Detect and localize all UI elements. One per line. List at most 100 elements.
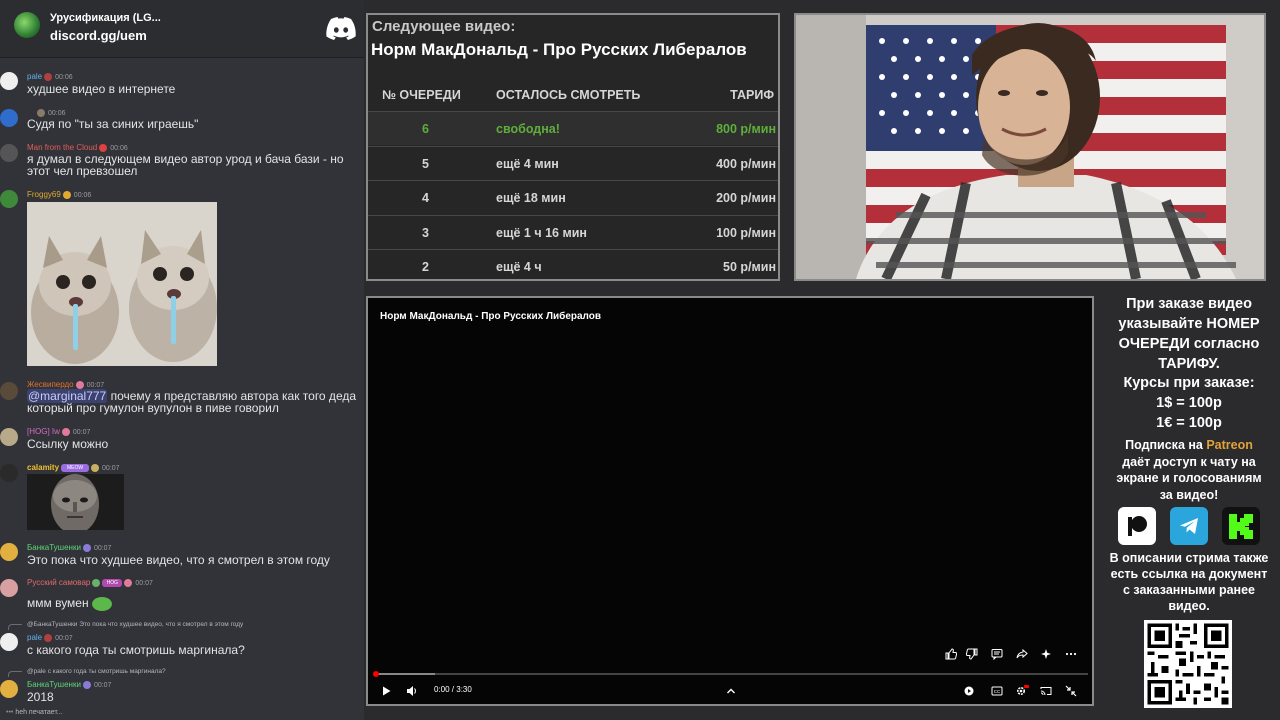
- username[interactable]: Русский самовар: [27, 578, 90, 587]
- role-badge-icon: [92, 578, 101, 587]
- thumbs-down-icon: [966, 648, 978, 660]
- role-badge-icon: [82, 680, 91, 689]
- like-button[interactable]: [943, 646, 959, 662]
- reply-preview[interactable]: @pale с какого года ты смотришь маргинал…: [27, 668, 166, 675]
- patreon-icon: [1128, 516, 1147, 536]
- reply-connector: [8, 624, 22, 630]
- kick-icon: [1229, 514, 1253, 539]
- avatar: [0, 543, 18, 561]
- server-name: Урусификация (LG...: [50, 12, 161, 24]
- qr-code-image[interactable]: [1144, 620, 1232, 708]
- avatar: [0, 144, 18, 162]
- chat-panel: Урусификация (LG... discord.gg/uem pale 0…: [0, 0, 364, 720]
- timestamp: 00:07: [93, 682, 112, 689]
- svg-text:CC: CC: [994, 689, 1001, 694]
- progress-bar[interactable]: [373, 671, 1088, 677]
- column-header-queue: № ОЧЕРЕДИ: [382, 88, 461, 102]
- queue-row: 6 свободна! 800 р/мин: [368, 111, 778, 145]
- thumbs-up-icon: [945, 648, 957, 660]
- cast-button[interactable]: [1038, 683, 1054, 699]
- subscription-info: Подписка на Patreon даёт доступ к чату н…: [1116, 438, 1262, 502]
- autoplay-toggle[interactable]: [961, 683, 977, 699]
- message-text: худшее видео в интернете: [27, 82, 176, 96]
- cats-image[interactable]: [27, 202, 217, 366]
- reply-preview[interactable]: @БанкаТушенки Это пока что худшее видео,…: [27, 621, 243, 628]
- role-badge-icon: [99, 143, 108, 152]
- queue-number: 2: [422, 260, 429, 274]
- role-badge-icon: [37, 108, 45, 117]
- kick-button[interactable]: [1222, 507, 1260, 545]
- play-button[interactable]: [378, 683, 394, 699]
- discord-icon: [326, 17, 356, 40]
- queue-row: 3 ещё 1 ч 16 мин 100 р/мин: [368, 215, 778, 249]
- fullscreen-exit-button[interactable]: [1063, 683, 1079, 699]
- video-player[interactable]: Норм МакДональд - Про Русских Либералов …: [366, 296, 1094, 706]
- role-badge-icon: [91, 463, 100, 472]
- comment-icon: [991, 649, 1003, 660]
- hog-badge: HOG: [102, 578, 123, 587]
- queue-remaining: ещё 18 мин: [496, 191, 566, 205]
- cast-icon: [1040, 687, 1052, 696]
- avatar: [0, 428, 18, 446]
- chapters-button[interactable]: [723, 683, 739, 699]
- message-text: 2018: [27, 690, 54, 704]
- username[interactable]: Froggy69: [27, 190, 61, 199]
- more-options-button[interactable]: [1063, 646, 1079, 662]
- settings-button[interactable]: [1014, 683, 1030, 699]
- subtitles-icon: CC: [991, 686, 1003, 696]
- queue-remaining: свободна!: [496, 122, 560, 136]
- reply-connector: [8, 671, 22, 677]
- dislike-button[interactable]: [964, 646, 980, 662]
- play-icon: [383, 686, 391, 696]
- queue-number: 4: [422, 191, 429, 205]
- username[interactable]: calamity: [27, 463, 59, 472]
- autoplay-icon: [964, 686, 974, 696]
- queue-remaining: ещё 4 мин: [496, 157, 559, 171]
- queue-row: 5 ещё 4 мин 400 р/мин: [368, 146, 778, 180]
- patreon-button[interactable]: [1118, 507, 1156, 545]
- username[interactable]: [HOG] Iw: [27, 427, 60, 436]
- queue-rate: 100 р/мин: [716, 226, 776, 240]
- username[interactable]: БанкаТушенки: [27, 680, 81, 689]
- timestamp: 00:06: [73, 192, 92, 199]
- username[interactable]: pale: [27, 72, 42, 81]
- next-video-label: Следующее видео:: [372, 18, 516, 35]
- role-badge-icon: [44, 633, 53, 642]
- username[interactable]: Жесвипердо: [27, 380, 74, 389]
- message-text: Ссылку можно: [27, 437, 109, 451]
- volume-icon: [407, 686, 416, 696]
- avatar: [0, 382, 18, 400]
- queue-remaining: ещё 1 ч 16 мин: [496, 226, 587, 240]
- timestamp: 00:07: [55, 635, 73, 642]
- avatar: [0, 109, 18, 127]
- username[interactable]: pale: [27, 633, 42, 642]
- queue-number: 3: [422, 226, 429, 240]
- message-text: ммм вумен: [27, 597, 361, 611]
- time-display: 0:00 / 3:30: [434, 685, 472, 694]
- timestamp: 00:07: [135, 580, 153, 587]
- avatar: [0, 464, 18, 482]
- queue-number: 6: [422, 122, 429, 136]
- message-text: Это пока что худшее видео, что я смотрел…: [27, 553, 330, 567]
- telegram-button[interactable]: [1170, 507, 1208, 545]
- username[interactable]: Man from the Cloud: [27, 143, 97, 152]
- share-button[interactable]: [1014, 646, 1030, 662]
- comments-button[interactable]: [989, 646, 1005, 662]
- avatar: [0, 680, 18, 698]
- volume-button[interactable]: [404, 683, 420, 699]
- webcam-feed: [794, 13, 1266, 281]
- progress-scrubber[interactable]: [373, 671, 379, 677]
- collapse-icon: [1065, 685, 1077, 697]
- sparkle-icon: [1041, 649, 1051, 659]
- server-invite-link[interactable]: discord.gg/uem: [50, 28, 147, 43]
- timestamp: 00:06: [110, 145, 128, 152]
- ask-ai-button[interactable]: [1038, 646, 1054, 662]
- next-video-title: Норм МакДональд - Про Русских Либералов: [371, 40, 747, 59]
- subtitles-button[interactable]: CC: [989, 683, 1005, 699]
- patreon-link[interactable]: Patreon: [1206, 438, 1253, 452]
- username[interactable]: БанкаТушенки: [27, 543, 81, 552]
- queue-rate: 800 р/мин: [716, 122, 776, 136]
- video-title[interactable]: Норм МакДональд - Про Русских Либералов: [380, 311, 601, 322]
- role-badge-icon: [44, 72, 53, 81]
- face-image[interactable]: [27, 474, 124, 530]
